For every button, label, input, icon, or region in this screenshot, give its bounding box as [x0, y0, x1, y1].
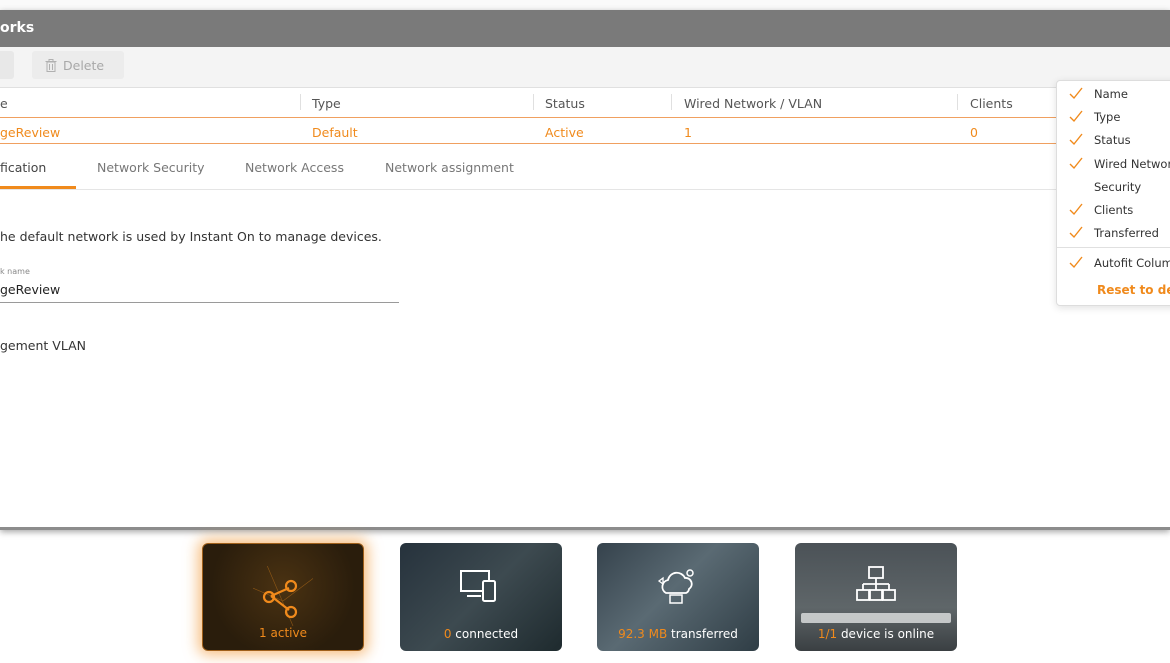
- tab-network-assignment[interactable]: Network assignment: [385, 160, 514, 175]
- tile-label: 92.3 MB transferred: [597, 627, 759, 641]
- networks-summary-tile[interactable]: 1 active: [202, 543, 364, 651]
- network-graph-icon: [253, 566, 313, 626]
- column-header-wired-network[interactable]: Wired Network / VLAN: [684, 96, 822, 111]
- delete-button[interactable]: Delete: [32, 51, 124, 79]
- delete-label: Delete: [63, 57, 105, 73]
- tile-text: active: [266, 626, 307, 640]
- menu-item-label: Wired Network: [1094, 157, 1170, 171]
- table-row[interactable]: geReview Default Active 1 0: [0, 117, 1170, 144]
- menu-item-label: Name: [1094, 87, 1128, 101]
- title-bar: orks: [0, 10, 1170, 47]
- reset-to-default-button[interactable]: Reset to default: [1097, 283, 1170, 297]
- cell-status: Active: [545, 125, 584, 140]
- menu-item-status[interactable]: Status: [1057, 129, 1170, 152]
- autofit-columns-label: Autofit Columns: [1094, 256, 1170, 270]
- toolbar: Delete: [0, 47, 1170, 88]
- column-header-clients[interactable]: Clients: [970, 96, 1013, 111]
- check-icon: [1069, 256, 1083, 269]
- check-icon: [1069, 133, 1083, 146]
- devices-summary-tile[interactable]: 1/1 device is online: [795, 543, 957, 651]
- column-header-name[interactable]: e: [0, 96, 8, 111]
- column-divider[interactable]: [671, 94, 672, 110]
- column-header-type[interactable]: Type: [312, 96, 341, 111]
- check-icon: [1069, 87, 1083, 100]
- column-divider[interactable]: [533, 94, 534, 110]
- check-icon: [1069, 157, 1083, 170]
- traffic-summary-tile[interactable]: 92.3 MB transferred: [597, 543, 759, 651]
- menu-item-transferred[interactable]: Transferred: [1057, 222, 1170, 245]
- menu-item-clients[interactable]: Clients: [1057, 199, 1170, 222]
- column-chooser-menu: Name Type Status Wired Network Security …: [1056, 80, 1170, 306]
- menu-item-name[interactable]: Name: [1057, 83, 1170, 106]
- menu-item-type[interactable]: Type: [1057, 106, 1170, 129]
- tab-network-access[interactable]: Network Access: [245, 160, 344, 175]
- tile-count: 1: [259, 626, 267, 640]
- tile-text: device is online: [837, 627, 935, 641]
- check-icon: [1069, 226, 1083, 239]
- network-name-label: k name: [0, 267, 30, 276]
- table-header: e Type Status Wired Network / VLAN Clien…: [0, 88, 1170, 117]
- tile-text: connected: [451, 627, 519, 641]
- top-background: [0, 0, 1170, 10]
- panel-title: orks: [0, 20, 35, 36]
- check-icon: [1069, 110, 1083, 123]
- tab-network-security[interactable]: Network Security: [97, 160, 205, 175]
- column-header-status[interactable]: Status: [545, 96, 585, 111]
- management-vlan-label[interactable]: gement VLAN: [0, 338, 86, 353]
- tile-label: 1/1 device is online: [795, 627, 957, 641]
- tile-count: 92.3 MB: [618, 627, 668, 641]
- active-tab-indicator: [0, 186, 76, 189]
- add-button[interactable]: [0, 51, 14, 79]
- cell-vlan: 1: [684, 125, 692, 140]
- tile-count: 1/1: [817, 627, 838, 641]
- menu-item-wired-network[interactable]: Wired Network: [1057, 153, 1170, 176]
- tab-identification[interactable]: fication: [0, 160, 46, 175]
- tile-label: 1 active: [203, 626, 363, 640]
- detail-tabs: fication Network Security Network Access…: [0, 145, 1170, 190]
- check-icon: [1069, 203, 1083, 216]
- menu-item-label: Status: [1094, 133, 1131, 147]
- column-divider[interactable]: [957, 94, 958, 110]
- menu-item-label: Clients: [1094, 203, 1134, 217]
- column-divider[interactable]: [300, 94, 301, 110]
- menu-divider: [1057, 247, 1170, 248]
- menu-item-security[interactable]: Security: [1057, 176, 1170, 199]
- cell-name: geReview: [0, 125, 61, 140]
- devices-icon: [460, 570, 496, 602]
- menu-item-autofit[interactable]: Autofit Columns: [1057, 252, 1170, 275]
- trash-icon: [45, 58, 57, 72]
- cell-clients: 0: [970, 125, 978, 140]
- network-description: he default network is used by Instant On…: [0, 229, 382, 244]
- network-name-input[interactable]: geReview: [0, 282, 60, 297]
- network-name-underline: [0, 302, 399, 303]
- menu-item-label: Type: [1094, 110, 1121, 124]
- tile-label: 0 connected: [400, 627, 562, 641]
- network-topology-icon: [856, 566, 896, 601]
- menu-item-label: Security: [1094, 180, 1142, 194]
- switch-photo: [801, 613, 951, 623]
- cloud-transfer-icon: [657, 569, 694, 604]
- clients-summary-tile[interactable]: 0 connected: [400, 543, 562, 651]
- cell-type: Default: [312, 125, 358, 140]
- menu-item-label: Transferred: [1094, 226, 1159, 240]
- networks-panel: orks Delete e Type Status Wired Network …: [0, 10, 1170, 530]
- tile-text: transferred: [667, 627, 738, 641]
